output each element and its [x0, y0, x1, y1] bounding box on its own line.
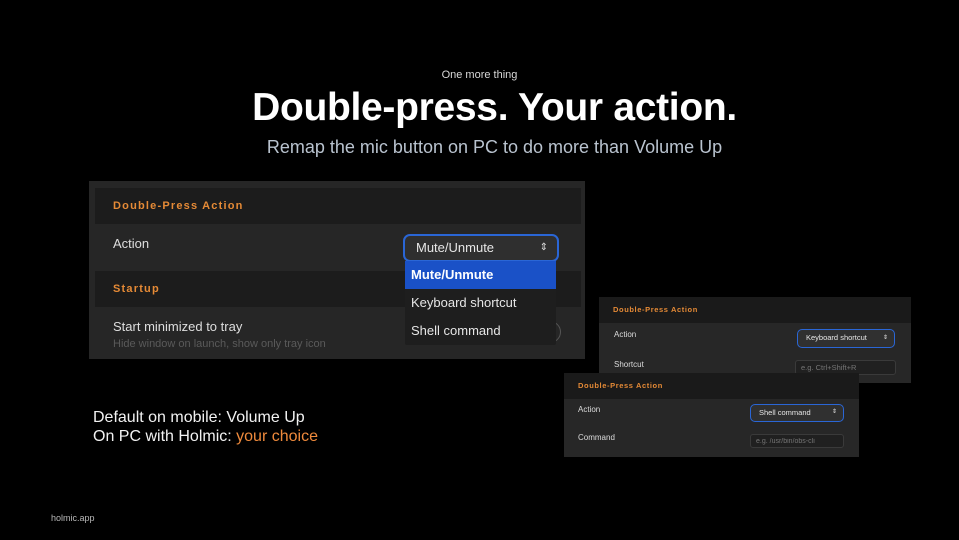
headline: Double-press. Your action. [252, 86, 737, 129]
subhead: Remap the mic button on PC to do more th… [266, 137, 723, 157]
action-select-value: Keyboard shortcut [806, 333, 867, 342]
section-title-double-press: Double-Press Action [564, 373, 859, 399]
footer-accent-text: your choice [236, 428, 318, 445]
startup-sublabel: Hide window on launch, show only tray ic… [113, 338, 326, 350]
action-label: Action [614, 330, 637, 339]
command-label: Command [578, 433, 615, 442]
shortcut-settings-panel: Double-Press Action Action Keyboard shor… [599, 297, 911, 383]
command-settings-panel: Double-Press Action Action Shell command… [564, 373, 859, 457]
footer-pc-prefix: On PC with Holmic: [93, 428, 237, 445]
footer-pc-choice: On PC with Holmic: your choice [93, 428, 318, 446]
chevron-up-down-icon: ⇕ [882, 335, 888, 341]
section-title-double-press: Double-Press Action [95, 188, 581, 224]
dropdown-option-mute-unmute[interactable]: Mute/Unmute [405, 261, 556, 289]
action-select[interactable]: Keyboard shortcut ⇕ [797, 329, 895, 348]
action-dropdown-menu: Mute/Unmute Keyboard shortcut Shell comm… [405, 261, 556, 345]
dropdown-option-shell-command[interactable]: Shell command [405, 317, 556, 345]
action-select-value: Shell command [759, 408, 811, 417]
shortcut-label: Shortcut [614, 360, 644, 369]
settings-panel: Double-Press Action Action Startup Start… [89, 181, 585, 359]
chevron-up-down-icon: ⇕ [539, 242, 548, 253]
startup-label: Start minimized to tray [113, 319, 243, 334]
command-input[interactable] [750, 434, 844, 448]
action-select[interactable]: Mute/Unmute ⇕ [403, 234, 559, 262]
action-label: Action [113, 236, 150, 251]
brand-url: holmic.app [51, 513, 95, 523]
chevron-up-down-icon: ⇕ [831, 409, 837, 415]
action-select[interactable]: Shell command ⇕ [750, 404, 844, 422]
dropdown-option-keyboard-shortcut[interactable]: Keyboard shortcut [405, 289, 556, 317]
eyebrow-text: One more thing [441, 69, 518, 81]
section-title-double-press: Double-Press Action [599, 297, 911, 323]
footer-mobile-default: Default on mobile: Volume Up [93, 409, 305, 426]
action-label: Action [578, 405, 601, 414]
action-select-value: Mute/Unmute [416, 240, 495, 255]
